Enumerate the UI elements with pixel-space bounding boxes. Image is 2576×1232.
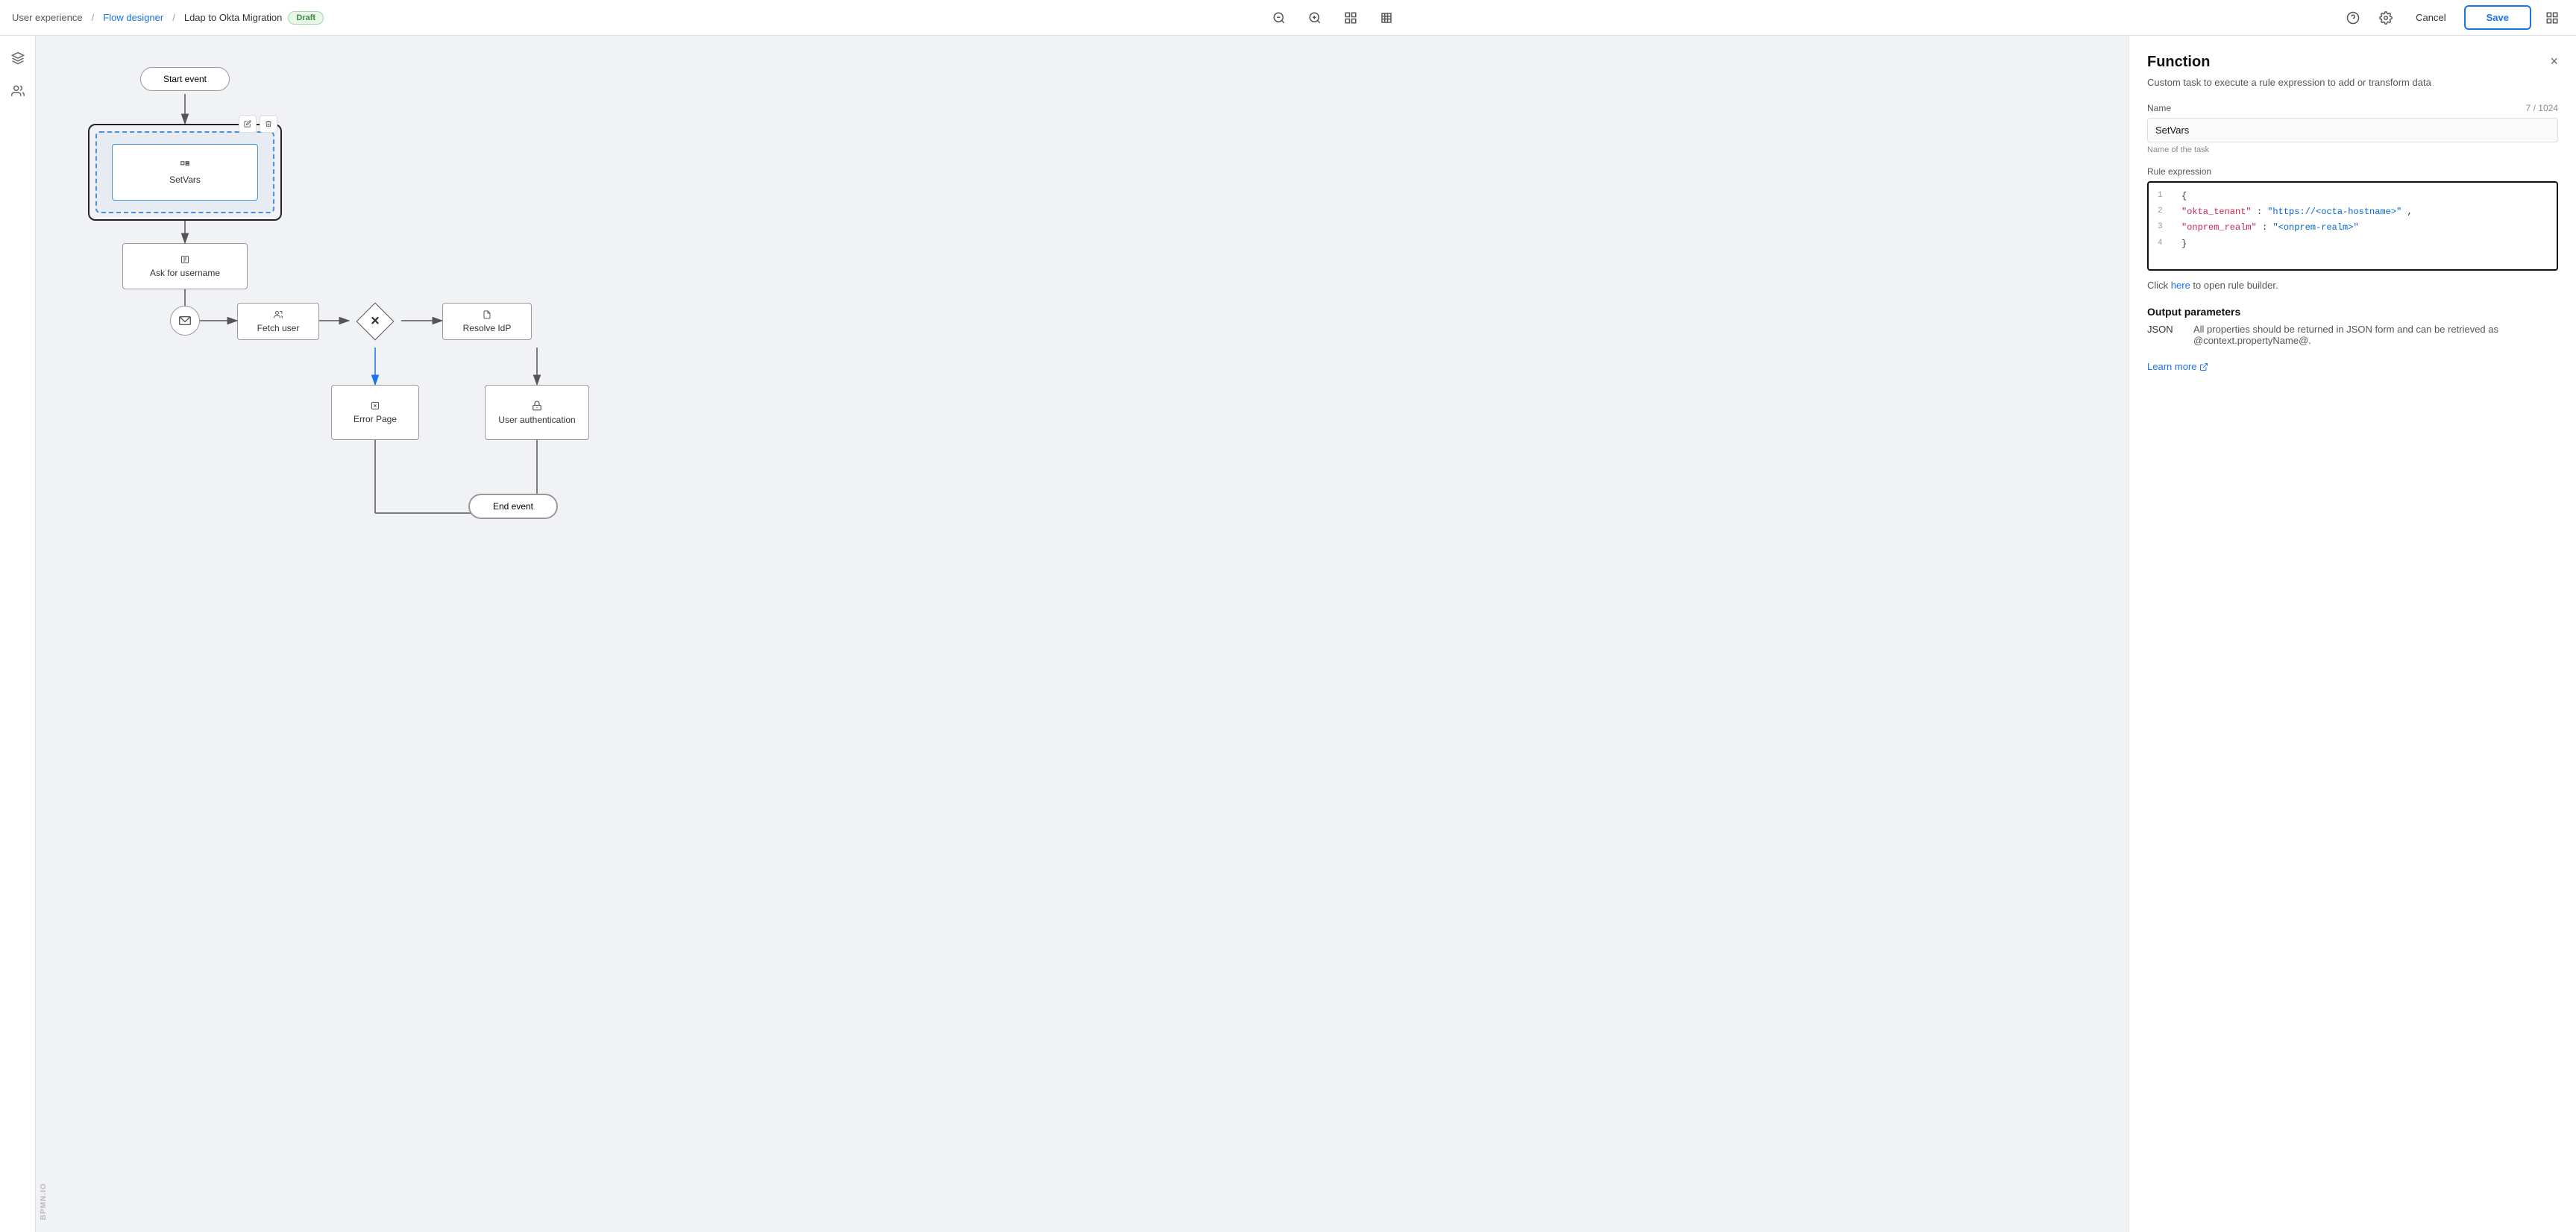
error-page-icon (371, 400, 380, 412)
panel-title: Function (2147, 54, 2210, 71)
flow-canvas: Start event SetVars (36, 36, 2129, 1232)
sidebar-icon-users[interactable] (4, 78, 31, 104)
output-parameters-section: Output parameters JSON All properties sh… (2147, 306, 2558, 346)
draft-badge: Draft (288, 11, 324, 25)
error-page-node[interactable]: Error Page (331, 385, 419, 440)
watermark: BPMN.IO (40, 1183, 48, 1220)
fit-screen-button[interactable] (1339, 6, 1363, 30)
start-event-node[interactable]: Start event (140, 67, 230, 91)
resolve-idp-icon (483, 309, 491, 321)
code-line-3: 3 "onprem_realm" : "<onprem-realm>" (2149, 220, 2557, 236)
breadcrumb: User experience / Flow designer / Ldap t… (12, 11, 324, 25)
name-field-label: Name 7 / 1024 (2147, 103, 2558, 113)
form-icon (180, 254, 189, 266)
start-event-label: Start event (163, 74, 207, 84)
cancel-button[interactable]: Cancel (2407, 7, 2454, 28)
output-row: JSON All properties should be returned i… (2147, 324, 2558, 346)
output-type: JSON (2147, 324, 2184, 346)
fetch-user-icon (274, 309, 283, 321)
rule-expression-container: Rule expression 1 { 2 "okta_tenant" : "h… (2147, 166, 2558, 271)
resolve-idp-label: Resolve IdP (463, 323, 512, 333)
output-desc: All properties should be returned in JSO… (2193, 324, 2558, 346)
user-auth-node[interactable]: User authentication (485, 385, 589, 440)
user-auth-icon (532, 400, 542, 413)
name-field-container: Name 7 / 1024 Name of the task (2147, 103, 2558, 154)
name-label-text: Name (2147, 103, 2171, 113)
panel-close-button[interactable]: × (2550, 54, 2558, 69)
code-line-2: 2 "okta_tenant" : "https://<octa-hostnam… (2149, 204, 2557, 220)
ask-username-node[interactable]: Ask for username (122, 243, 248, 289)
code-line-1: 1 { (2149, 189, 2557, 204)
help-button[interactable] (2341, 6, 2365, 30)
name-char-count: 7 / 1024 (2526, 103, 2558, 113)
canvas-inner: Start event SetVars (36, 36, 2129, 1232)
setvars-inner-container: SetVars (95, 131, 274, 213)
breadcrumb-sep1: / (92, 12, 95, 23)
fetch-user-label: Fetch user (257, 323, 300, 333)
user-auth-label: User authentication (498, 415, 575, 425)
breadcrumb-flow-designer[interactable]: Flow designer (103, 12, 163, 23)
click-here-text: Click here to open rule builder. (2147, 280, 2558, 291)
end-event-node[interactable]: End event (468, 494, 558, 519)
more-button[interactable] (2540, 6, 2564, 30)
external-link-icon (2199, 362, 2208, 371)
zoom-in-button[interactable] (1303, 6, 1327, 30)
output-title: Output parameters (2147, 306, 2558, 318)
save-button[interactable]: Save (2464, 5, 2531, 30)
breadcrumb-part1: User experience (12, 12, 83, 23)
right-panel: Function × Custom task to execute a rule… (2129, 36, 2576, 1232)
name-input[interactable] (2147, 118, 2558, 142)
end-event-label: End event (493, 501, 533, 512)
code-editor[interactable]: 1 { 2 "okta_tenant" : "https://<octa-hos… (2147, 181, 2558, 271)
gateway-node[interactable]: × (356, 303, 394, 340)
topbar: User experience / Flow designer / Ldap t… (0, 0, 2576, 36)
rule-expression-label: Rule expression (2147, 166, 2558, 177)
topbar-actions: Cancel Save (2341, 5, 2564, 30)
error-page-label: Error Page (354, 414, 397, 424)
panel-header: Function × (2147, 54, 2558, 71)
zoom-out-button[interactable] (1267, 6, 1291, 30)
flow-arrows (36, 36, 2129, 1232)
toolbar-icons (1267, 6, 1398, 30)
edit-icon-btn[interactable] (239, 115, 257, 133)
sidebar-icon-layers[interactable] (4, 45, 31, 72)
learn-more-link[interactable]: Learn more (2147, 361, 2208, 372)
breadcrumb-sep2: / (172, 12, 175, 23)
name-field-hint: Name of the task (2147, 145, 2558, 154)
function-icon (180, 160, 190, 173)
delete-icon-btn[interactable] (260, 115, 277, 133)
ask-username-label: Ask for username (150, 268, 220, 278)
setvars-label: SetVars (169, 175, 201, 185)
learn-more-text: Learn more (2147, 361, 2196, 372)
panel-subtitle: Custom task to execute a rule expression… (2147, 77, 2558, 88)
setvars-node[interactable]: SetVars (112, 144, 258, 201)
breadcrumb-current: Ldap to Okta Migration (184, 12, 283, 23)
setvars-actions (239, 115, 277, 133)
code-line-4: 4 } (2149, 236, 2557, 252)
setvars-outer-container: SetVars (88, 124, 282, 221)
grid-button[interactable] (1375, 6, 1398, 30)
left-sidebar (0, 36, 36, 1232)
resolve-idp-node[interactable]: Resolve IdP (442, 303, 532, 340)
settings-button[interactable] (2374, 6, 2398, 30)
email-node[interactable] (170, 306, 200, 336)
rule-builder-link[interactable]: here (2171, 280, 2190, 291)
fetch-user-node[interactable]: Fetch user (237, 303, 319, 340)
